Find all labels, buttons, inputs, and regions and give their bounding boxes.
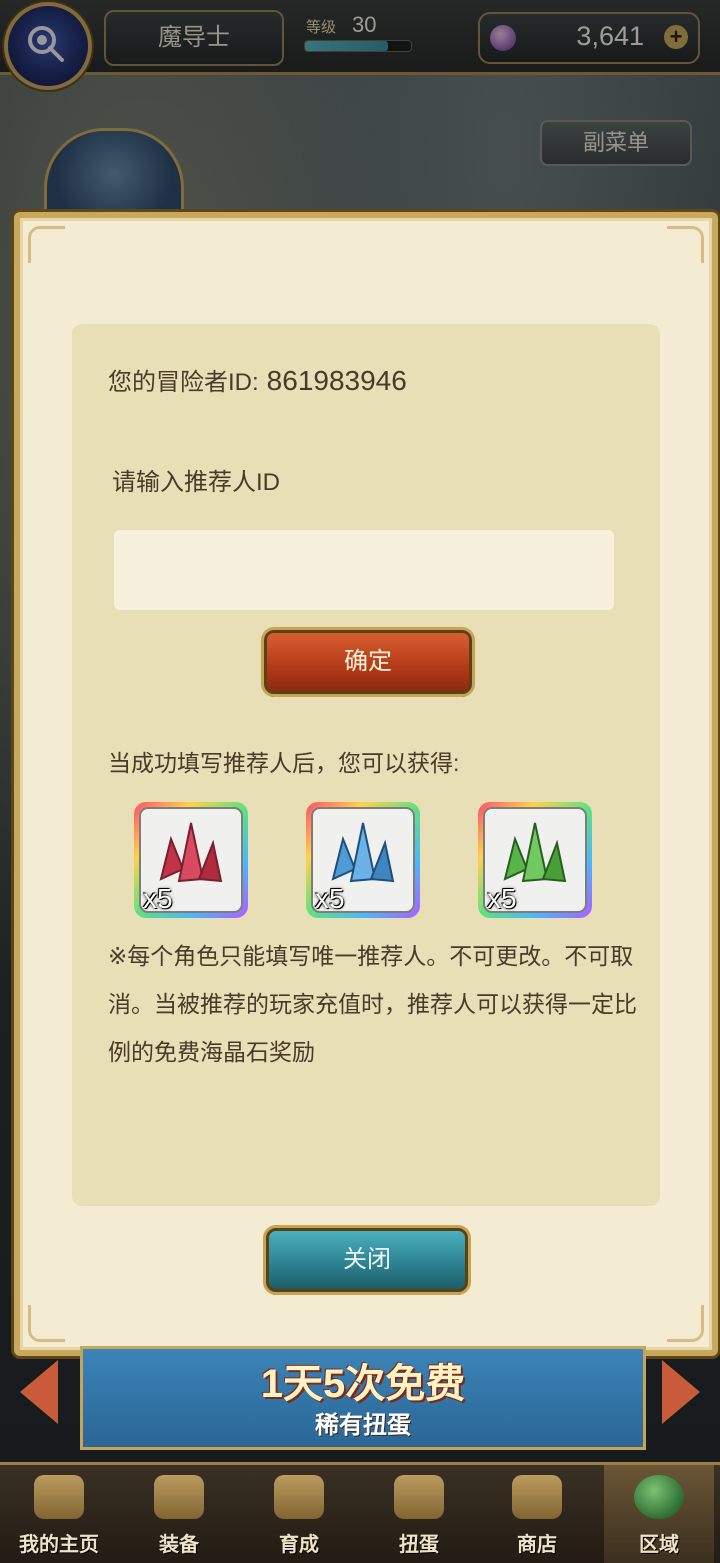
nav-label: 我的主页 [19,1534,99,1556]
reward-list: x5 x5 x5 [134,802,604,922]
ornament-corner [667,1305,704,1342]
home-scroll-icon [34,1475,84,1519]
reward-quantity: x5 [315,883,345,914]
bottom-nav: 我的主页 装备 育成 扭蛋 商店 区域 [0,1462,720,1563]
nav-item-gacha[interactable]: 扭蛋 [364,1465,474,1563]
referrer-prompt: 请输入推荐人ID [112,469,280,496]
adventurer-id-row: 您的冒险者ID: 861983946 [108,362,407,397]
referral-note: ※每个角色只能填写唯一推荐人。不可更改。不可取消。当被推荐的玩家充值时，推荐人可… [108,943,637,1065]
nav-item-equipment[interactable]: 装备 [124,1465,234,1563]
dialog-content-panel: 您的冒险者ID: 861983946 请输入推荐人ID 确定 当成功填写推荐人后，… [72,324,660,1206]
nav-label: 区域 [639,1534,679,1556]
confirm-button[interactable]: 确定 [264,630,472,694]
reward-frame: x5 [483,807,587,914]
reward-frame: x5 [311,807,415,914]
reward-item[interactable]: x5 [306,802,420,918]
referral-dialog: 您的冒险者ID: 861983946 请输入推荐人ID 确定 当成功填写推荐人后，… [14,212,718,1356]
adventurer-id-label: 您的冒险者ID: [108,369,259,396]
nav-label: 扭蛋 [399,1534,439,1556]
ornament-corner [667,226,704,263]
helmet-icon [154,1475,204,1519]
nav-item-region[interactable]: 区域 [604,1465,714,1563]
gacha-icon [394,1475,444,1519]
banner-subtitle: 稀有扭蛋 [315,1412,411,1439]
reward-intro: 当成功填写推荐人后，您可以获得: [108,750,460,776]
globe-icon [634,1475,684,1519]
banner-title: 1天5次免费 [260,1362,466,1406]
nav-item-training[interactable]: 育成 [244,1465,354,1563]
reward-item[interactable]: x5 [478,802,592,918]
reward-frame: x5 [139,807,243,914]
referrer-id-input[interactable] [114,530,614,610]
reward-quantity: x5 [487,883,517,914]
banner-prev-arrow-icon[interactable] [20,1360,58,1424]
shop-bag-icon [512,1475,562,1519]
reward-quantity: x5 [143,883,173,914]
banner-next-arrow-icon[interactable] [662,1360,700,1424]
nav-label: 商店 [517,1534,557,1556]
reward-item[interactable]: x5 [134,802,248,918]
nav-label: 装备 [159,1534,199,1556]
adventurer-id-value: 861983946 [266,365,407,396]
nav-item-home[interactable]: 我的主页 [4,1465,114,1563]
gacha-banner[interactable]: 1天5次免费 稀有扭蛋 [80,1346,646,1450]
sword-icon [274,1475,324,1519]
ornament-corner [28,1305,65,1342]
nav-item-shop[interactable]: 商店 [482,1465,592,1563]
ornament-corner [28,226,65,263]
nav-label: 育成 [279,1534,319,1556]
close-button[interactable]: 关闭 [266,1228,468,1292]
